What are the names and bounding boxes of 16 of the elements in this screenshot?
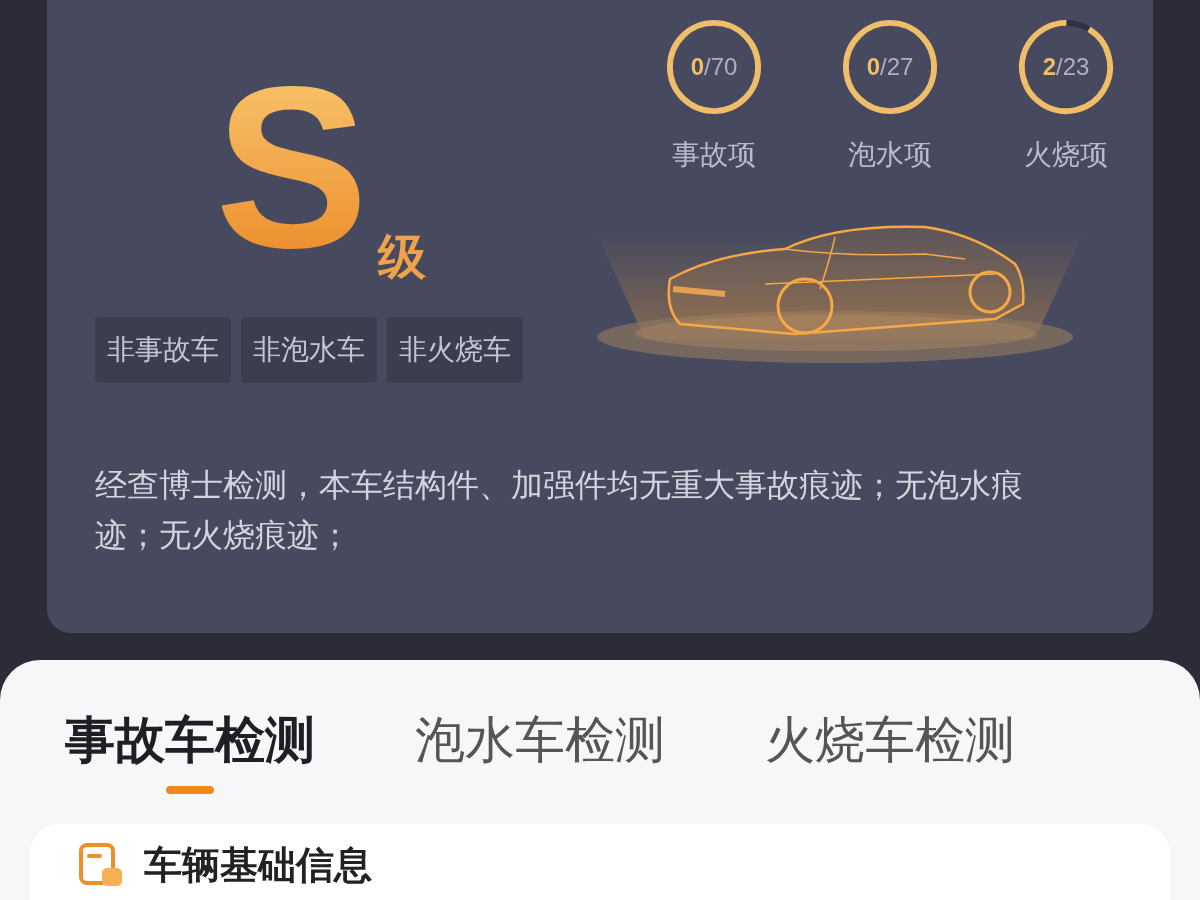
check-count: 0/27 (865, 52, 915, 82)
section-title: 车辆基础信息 (144, 844, 372, 886)
tab[interactable]: 泡水车检测 (415, 708, 665, 794)
tab[interactable]: 事故车检测 (65, 708, 315, 794)
document-icon (78, 842, 124, 888)
check-label: 事故项 (672, 138, 756, 172)
inspection-summary: 经查博士检测，本车结构件、加强件均无重大事故痕迹；无泡水痕迹；无火烧痕迹； (95, 466, 1024, 555)
result-tag: 非事故车 (95, 317, 231, 383)
check-label: 泡水项 (848, 138, 932, 172)
grade-suffix: 级 (378, 229, 427, 285)
tab[interactable]: 火烧车检测 (765, 708, 1015, 794)
result-tag: 非火烧车 (387, 317, 523, 383)
check-count: 2/23 (1041, 52, 1091, 82)
result-tag: 非泡水车 (241, 317, 377, 383)
check-count: 0/70 (689, 52, 739, 82)
check-label: 火烧项 (1024, 138, 1108, 172)
